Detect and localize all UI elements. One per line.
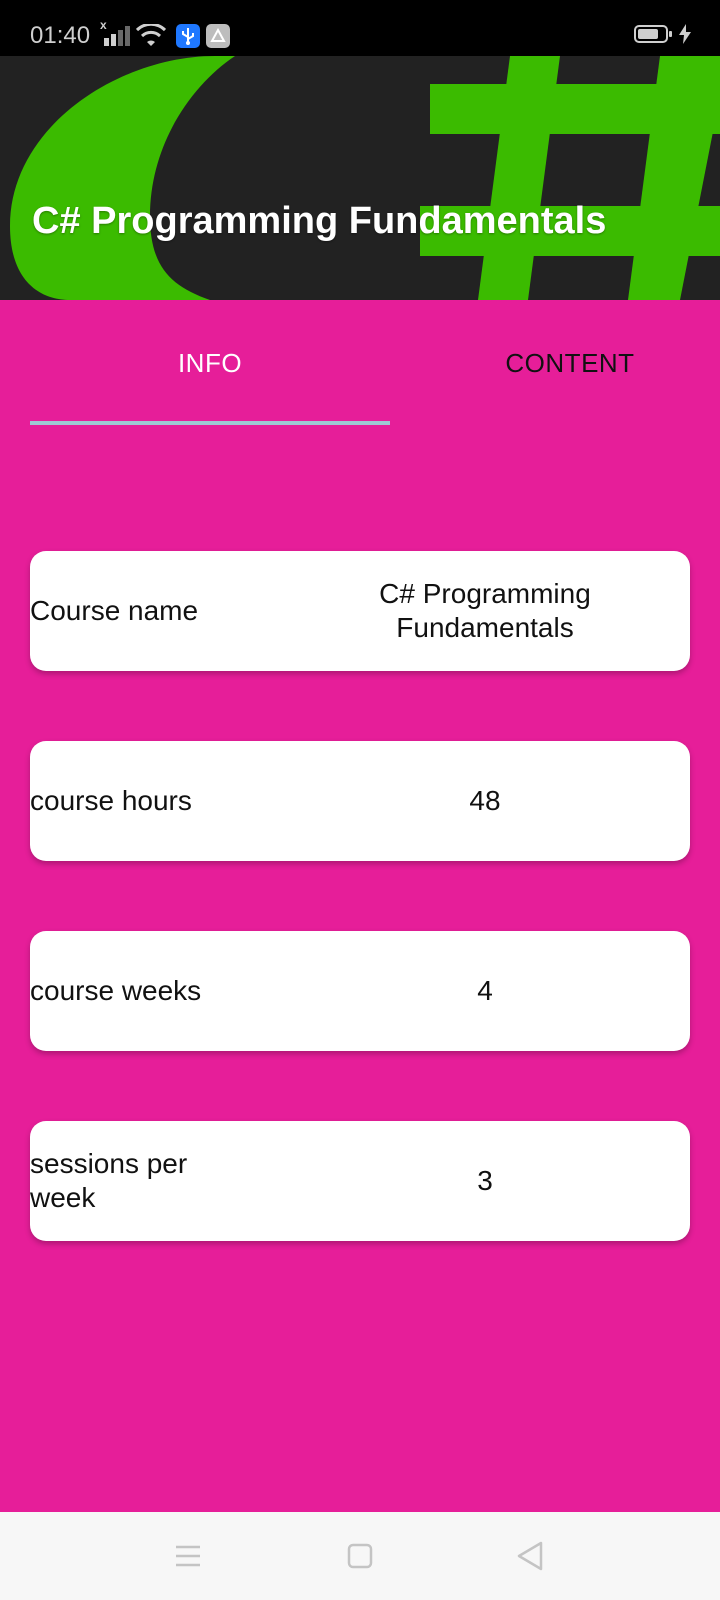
charging-icon (679, 24, 691, 44)
course-name-card: Course name C# Programming Fundamentals (30, 551, 690, 671)
page-title: C# Programming Fundamentals (32, 200, 607, 242)
status-bar: 01:40 x (0, 0, 720, 56)
course-name-label: Course name (30, 595, 199, 626)
course-weeks-value: 4 (477, 975, 493, 1006)
menu-icon[interactable] (164, 1532, 212, 1580)
csharp-logo-image (0, 56, 720, 300)
home-icon[interactable] (336, 1532, 384, 1580)
usb-icon (176, 24, 200, 48)
course-weeks-card: course weeks 4 (30, 931, 690, 1051)
status-icons: x (100, 18, 236, 50)
battery-icon (634, 25, 672, 43)
debug-icon (206, 24, 230, 48)
course-weeks-label: course weeks (30, 975, 202, 1006)
status-time: 01:40 (30, 22, 91, 49)
signal-icon: x (100, 18, 130, 48)
system-nav-bar (0, 1512, 720, 1600)
tab-bar: INFO CONTENT (30, 300, 720, 426)
sessions-per-week-value: 3 (477, 1165, 493, 1196)
back-icon[interactable] (506, 1532, 554, 1580)
course-name-value: C# Programming Fundamentals (379, 578, 591, 643)
course-hours-card: course hours 48 (30, 741, 690, 861)
tab-info[interactable]: INFO (30, 300, 390, 426)
wifi-icon (136, 24, 166, 46)
sessions-per-week-label: sessions per week (30, 1148, 188, 1213)
status-right (634, 24, 692, 44)
course-hours-value: 48 (469, 785, 501, 816)
sessions-per-week-card: sessions per week 3 (30, 1121, 690, 1241)
course-hours-label: course hours (30, 785, 192, 816)
course-header-banner: C# Programming Fundamentals (0, 56, 720, 300)
tab-indicator (30, 421, 390, 425)
tab-content[interactable]: CONTENT (390, 300, 720, 426)
